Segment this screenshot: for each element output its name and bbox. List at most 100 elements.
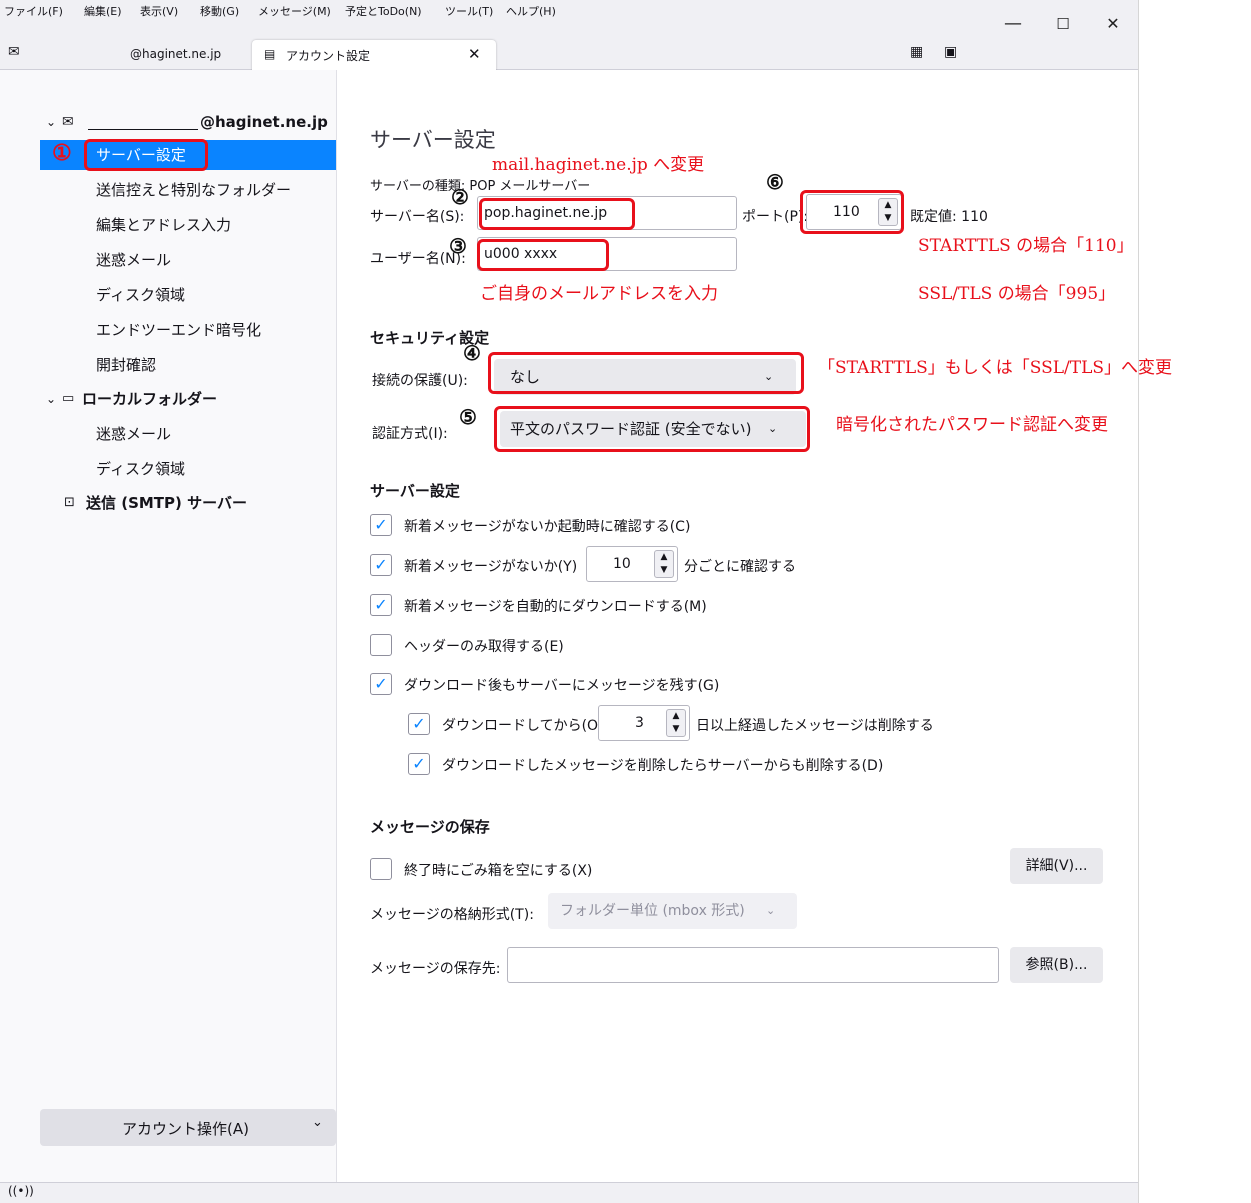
menu-file[interactable]: ファイル(F) [4,3,63,19]
settings-page-icon: ▤ [264,47,276,61]
server-name-label: サーバー名(S): [370,209,465,225]
delete-from-server-checkbox[interactable]: ✓ [408,753,430,775]
browse-button[interactable]: 参照(B)... [1010,947,1103,983]
auth-method-label: 認証方式(I): [372,426,448,442]
account-name: @haginet.ne.jp [200,113,328,131]
stepper-arrows-icon[interactable]: ▲ ▼ [654,550,674,578]
headers-only-label: ヘッダーのみ取得する(E) [404,639,564,655]
sidebar-item-disk-space[interactable]: ディスク領域 [40,280,336,310]
annotation-starttls-port: STARTTLS の場合「110」 [918,236,1134,256]
delete-after-suffix: 日以上経過したメッセージは削除する [696,718,934,734]
mail-account-icon: ✉ [62,114,74,130]
annotation-auth-change: 暗号化されたパスワード認証へ変更 [836,415,1108,435]
outgoing-server-icon: ⊡ [64,495,75,510]
sidebar-item-label: 開封確認 [96,356,157,374]
check-every-suffix: 分ごとに確認する [684,559,796,575]
delete-from-server-label: ダウンロードしたメッセージを削除したらサーバーからも削除する(D) [442,758,884,774]
calendar-icon[interactable]: ▦ [910,44,923,60]
menu-go[interactable]: 移動(G) [200,3,239,19]
status-bar: ((•)) [0,1182,1138,1203]
annotation-number-1: ① [52,140,72,166]
sidebar-item-label: 迷惑メール [96,251,172,269]
annotation-ssl-port: SSL/TLS の場合「995」 [918,284,1116,304]
annotation-server-change: mail.haginet.ne.jp へ変更 [492,155,705,175]
sidebar-item-smtp[interactable]: ⊡ 送信 (SMTP) サーバー [40,488,336,518]
chevron-down-icon: ⌄ [46,392,57,406]
smtp-label: 送信 (SMTP) サーバー [86,494,247,512]
sidebar-local-folders[interactable]: ⌄ ▭ ローカルフォルダー [40,384,336,414]
menu-help[interactable]: ヘルプ(H) [506,3,556,19]
leave-on-server-checkbox[interactable]: ✓ [370,673,392,695]
folder-icon: ▭ [62,391,75,406]
sidebar-item-receipts[interactable]: 開封確認 [40,350,336,380]
tasks-icon[interactable]: ▣ [944,44,957,60]
annotation-number-6: ⑥ [766,170,784,194]
sidebar-item-junk[interactable]: 迷惑メール [40,245,336,275]
tab-mail[interactable]: @haginet.ne.jp [0,40,250,70]
account-actions-button[interactable]: アカウント操作(A) ⌄ [40,1109,336,1146]
online-status-icon[interactable]: ((•)) [8,1184,34,1198]
annotation-number-4: ④ [463,341,481,365]
annotation-username-note: ご自身のメールアドレスを入力 [480,284,718,304]
chevron-down-icon: ⌄ [46,115,57,129]
check-startup-label: 新着メッセージがないか起動時に確認する(C) [404,519,691,535]
sidebar-item-e2e-encryption[interactable]: エンドツーエンド暗号化 [40,315,336,345]
annotation-box-auth-method [494,406,810,452]
connection-security-label: 接続の保護(U): [372,373,468,389]
sidebar-item-label: エンドツーエンド暗号化 [96,321,262,339]
menu-view[interactable]: 表示(V) [140,3,178,19]
leave-on-server-label: ダウンロード後もサーバーにメッセージを残す(G) [404,678,720,694]
sidebar-item-label: ディスク領域 [96,286,185,304]
delete-after-stepper[interactable]: 3 ▲ ▼ [598,705,690,741]
annotation-box-server-settings [84,139,208,171]
menu-message[interactable]: メッセージ(M) [258,3,331,19]
menu-events[interactable]: 予定とToDo(N) [345,3,422,19]
annotation-number-3: ③ [449,234,467,258]
storage-format-label: メッセージの格納形式(T): [370,907,534,923]
auto-download-label: 新着メッセージを自動的にダウンロードする(M) [404,599,707,615]
check-interval-value: 10 [613,556,631,572]
storage-format-select[interactable]: フォルダー単位 (mbox 形式) ⌄ [548,893,797,929]
headers-only-checkbox[interactable]: ✓ [370,634,392,656]
close-tab-icon[interactable]: ✕ [468,45,481,63]
menu-edit[interactable]: 編集(E) [84,3,122,19]
empty-trash-checkbox[interactable]: ✓ [370,858,392,880]
details-button[interactable]: 詳細(V)... [1010,848,1103,884]
port-label: ポート(P): [742,209,809,225]
account-actions-label: アカウント操作(A) [122,1120,249,1138]
empty-trash-label: 終了時にごみ箱を空にする(X) [404,863,593,879]
tab-account-settings[interactable]: ▤ アカウント設定 ✕ [252,40,496,70]
sidebar-item-copies-folders[interactable]: 送信控えと特別なフォルダー [40,175,336,205]
annotation-box-connection-security [488,352,804,394]
delete-after-checkbox[interactable]: ✓ [408,713,430,735]
annotation-box-port [800,190,904,234]
page-title: サーバー設定 [370,128,496,152]
sidebar-item-label: 迷惑メール [96,425,172,443]
menu-tools[interactable]: ツール(T) [445,3,493,19]
storage-location-input[interactable] [507,947,999,983]
close-window-button[interactable]: ✕ [1090,12,1136,36]
maximize-button[interactable]: ☐ [1040,12,1086,36]
server-settings-heading: サーバー設定 [370,482,460,500]
check-startup-checkbox[interactable]: ✓ [370,514,392,536]
check-every-checkbox[interactable]: ✓ [370,554,392,576]
annotation-number-5: ⑤ [459,405,477,429]
annotation-box-username [477,239,609,271]
annotation-connection-change: 「STARTTLS」もしくは「SSL/TLS」へ変更 [818,358,1173,378]
chevron-down-icon: ⌄ [766,904,776,917]
right-gutter [1138,0,1251,1203]
stepper-arrows-icon[interactable]: ▲ ▼ [666,709,686,737]
sidebar-account[interactable]: ⌄ ✉ @haginet.ne.jp [40,107,336,137]
sidebar-item-local-disk-space[interactable]: ディスク領域 [40,454,336,484]
auto-download-checkbox[interactable]: ✓ [370,594,392,616]
account-name-underline [88,129,198,130]
server-type: サーバーの種類: POP メールサーバー [370,179,591,194]
menu-bar: ファイル(F) 編集(E) 表示(V) 移動(G) メッセージ(M) 予定とTo… [0,0,1138,20]
minimize-button[interactable]: — [990,12,1036,36]
sidebar-item-composition[interactable]: 編集とアドレス入力 [40,210,336,240]
check-interval-stepper[interactable]: 10 ▲ ▼ [586,546,678,582]
storage-heading: メッセージの保存 [370,818,490,836]
check-every-label: 新着メッセージがないか(Y) [404,559,578,575]
sidebar-item-local-junk[interactable]: 迷惑メール [40,419,336,449]
annotation-box-server-name [479,198,635,230]
